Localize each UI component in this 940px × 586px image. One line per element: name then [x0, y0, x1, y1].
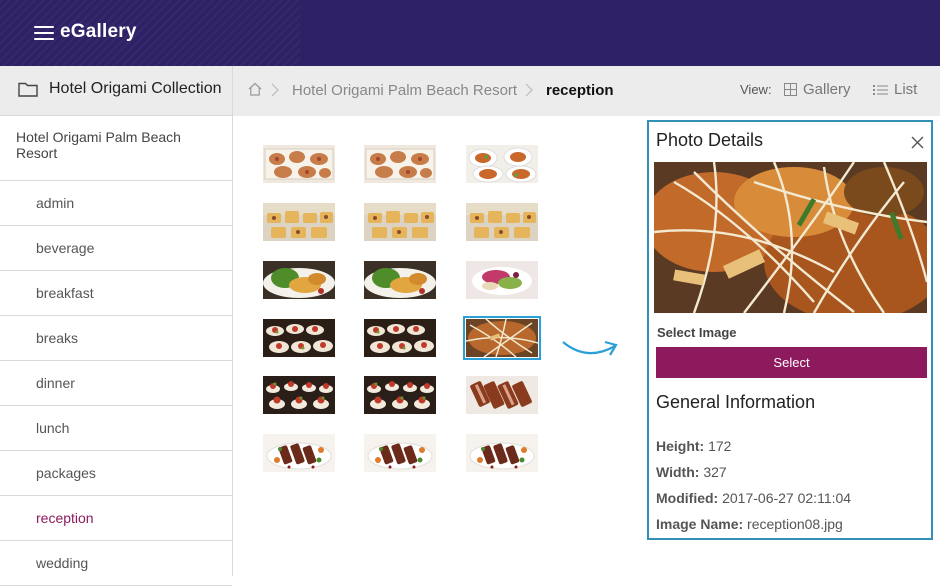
top-bar: eGallery	[0, 0, 940, 66]
close-icon[interactable]	[911, 136, 924, 149]
gallery-thumbnail[interactable]	[364, 376, 436, 414]
sidebar-item-dinner[interactable]: dinner	[0, 361, 232, 406]
gallery-thumbnail[interactable]	[263, 145, 335, 183]
sidebar-item-reception[interactable]: reception	[0, 496, 232, 541]
salad-icon	[466, 261, 538, 299]
photo-details-panel: Photo Details Select Image Select Genera…	[647, 120, 933, 540]
gallery-thumbnail[interactable]	[263, 376, 335, 414]
gallery-thumbnail[interactable]	[364, 434, 436, 472]
gallery-thumbnail[interactable]	[263, 319, 335, 357]
sidebar-item-breakfast[interactable]: breakfast	[0, 271, 232, 316]
brand-block: eGallery	[0, 0, 300, 66]
image-name-label: Image Name:	[656, 516, 744, 532]
roast-icon	[466, 376, 538, 414]
gallery-thumbnail[interactable]	[466, 434, 538, 472]
gallery-thumbnail[interactable]	[263, 261, 335, 299]
gallery-thumbnail[interactable]	[364, 319, 436, 357]
general-info-title: General Information	[656, 392, 816, 412]
chevron-right-icon	[271, 83, 279, 97]
steak-icon	[466, 434, 538, 472]
gallery-thumbnail[interactable]	[263, 434, 335, 472]
select-image-label: Select Image	[657, 325, 737, 340]
grid-icon	[784, 83, 797, 96]
gallery-thumbnail[interactable]	[263, 203, 335, 241]
sidebar-root-folder[interactable]: Hotel Origami Palm Beach Resort	[0, 116, 232, 181]
view-gallery-label: Gallery	[803, 81, 851, 98]
tray-icon	[364, 203, 436, 241]
sidebar-folder-list: admin beverage breakfast breaks dinner lunch p…	[0, 181, 232, 586]
greens-icon	[263, 261, 335, 299]
sidebar-item-wedding[interactable]: wedding	[0, 541, 232, 586]
modified-value: 2017-06-27 02:11:04	[722, 490, 852, 506]
menu-icon[interactable]	[34, 26, 54, 41]
collection-title: Hotel Origami Collection	[49, 80, 222, 97]
sidebar: Hotel Origami Collection Hotel Origami P…	[0, 66, 233, 586]
gallery-thumbnail[interactable]	[466, 261, 538, 299]
folder-icon	[18, 82, 38, 97]
height-value: 172	[708, 438, 732, 454]
gallery-thumbnail[interactable]	[466, 145, 538, 183]
width-label: Width:	[656, 464, 700, 480]
info-image-name: Image Name: reception08.jpg	[656, 516, 843, 532]
list-icon	[873, 84, 888, 95]
canape-icon	[364, 376, 436, 414]
view-list-button[interactable]: List	[873, 81, 917, 98]
gallery-thumbnail[interactable]	[364, 145, 436, 183]
home-icon[interactable]	[247, 81, 263, 97]
sidebar-header: Hotel Origami Collection	[0, 66, 232, 116]
spoons-icon	[364, 319, 436, 357]
sidebar-item-admin[interactable]: admin	[0, 181, 232, 226]
breadcrumb-current: reception	[546, 82, 614, 99]
gallery-thumbnail[interactable]	[466, 376, 538, 414]
photo-preview	[654, 162, 927, 313]
view-gallery-button[interactable]: Gallery	[784, 81, 851, 98]
steak-icon	[364, 434, 436, 472]
info-modified: Modified: 2017-06-27 02:11:04	[656, 490, 851, 506]
sidebar-item-packages[interactable]: packages	[0, 451, 232, 496]
view-label: View:	[740, 82, 772, 97]
sidebar-item-beverage[interactable]: beverage	[0, 226, 232, 271]
image-name-value: reception08.jpg	[747, 516, 843, 532]
steak-icon	[263, 434, 335, 472]
tray-icon	[466, 203, 538, 241]
gallery-thumbnail[interactable]	[364, 261, 436, 299]
plates-icon	[466, 145, 538, 183]
greens-icon	[364, 261, 436, 299]
platter-icon	[364, 145, 436, 183]
canape-icon	[263, 376, 335, 414]
height-label: Height:	[656, 438, 705, 454]
sidebar-item-lunch[interactable]: lunch	[0, 406, 232, 451]
view-list-label: List	[894, 81, 918, 98]
info-height: Height: 172	[656, 438, 731, 454]
breadcrumb: Hotel Origami Palm Beach Resort receptio…	[233, 66, 940, 116]
noodles-icon	[465, 318, 539, 358]
width-value: 327	[703, 464, 727, 480]
sidebar-item-breaks[interactable]: breaks	[0, 316, 232, 361]
platter-icon	[263, 145, 335, 183]
spoons-icon	[263, 319, 335, 357]
select-button[interactable]: Select	[656, 347, 927, 378]
breadcrumb-item[interactable]: Hotel Origami Palm Beach Resort	[292, 82, 517, 99]
tray-icon	[263, 203, 335, 241]
info-width: Width: 327	[656, 464, 727, 480]
gallery-thumbnail[interactable]	[364, 203, 436, 241]
modified-label: Modified:	[656, 490, 719, 506]
gallery-thumbnail[interactable]	[466, 203, 538, 241]
chevron-right-icon	[525, 83, 533, 97]
curved-arrow-icon	[562, 340, 618, 356]
gallery-thumbnail[interactable]	[463, 316, 541, 360]
app-brand[interactable]: eGallery	[60, 21, 137, 43]
details-title: Photo Details	[656, 130, 764, 150]
